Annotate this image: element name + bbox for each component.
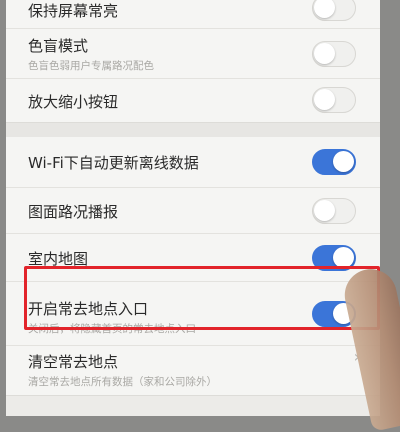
- zoom-buttons-toggle[interactable]: [312, 87, 356, 113]
- setting-title: Wi-Fi下自动更新离线数据: [28, 154, 199, 172]
- toggle-knob: [333, 151, 354, 172]
- setting-clear-frequent[interactable]: 清空常去地点 清空常去地点所有数据（家和公司除外）: [6, 345, 380, 395]
- color-blind-toggle[interactable]: [312, 41, 356, 67]
- setting-title: 放大缩小按钮: [28, 93, 119, 111]
- setting-title: 清空常去地点: [28, 353, 119, 371]
- setting-title: 色盲模式: [28, 37, 89, 55]
- setting-title: 图面路况播报: [28, 203, 119, 221]
- setting-subtitle: 色盲色弱用户专属路况配色: [28, 60, 154, 72]
- setting-keep-screen-on[interactable]: 保持屏幕常亮: [6, 0, 380, 28]
- toggle-knob: [314, 200, 335, 221]
- highlight-box: [24, 266, 380, 330]
- toggle-knob: [314, 89, 335, 110]
- setting-traffic-broadcast[interactable]: 图面路况播报: [6, 187, 380, 233]
- setting-zoom-buttons[interactable]: 放大缩小按钮: [6, 78, 380, 122]
- settings-screen: 保持屏幕常亮 色盲模式 色盲色弱用户专属路况配色 放大缩小按钮 Wi-Fi下自动…: [6, 0, 380, 416]
- toggle-knob: [314, 0, 335, 18]
- settings-group-display: 保持屏幕常亮 色盲模式 色盲色弱用户专属路况配色 放大缩小按钮: [6, 0, 380, 123]
- keep-screen-on-toggle[interactable]: [312, 0, 356, 21]
- section-gap: [6, 123, 380, 137]
- setting-wifi-offline[interactable]: Wi-Fi下自动更新离线数据: [6, 137, 380, 187]
- toggle-knob: [333, 247, 354, 268]
- setting-color-blind[interactable]: 色盲模式 色盲色弱用户专属路况配色: [6, 28, 380, 78]
- traffic-broadcast-toggle[interactable]: [312, 198, 356, 224]
- toggle-knob: [314, 43, 335, 64]
- setting-title: 保持屏幕常亮: [28, 2, 119, 20]
- wifi-offline-toggle[interactable]: [312, 149, 356, 175]
- setting-subtitle: 清空常去地点所有数据（家和公司除外）: [28, 376, 217, 388]
